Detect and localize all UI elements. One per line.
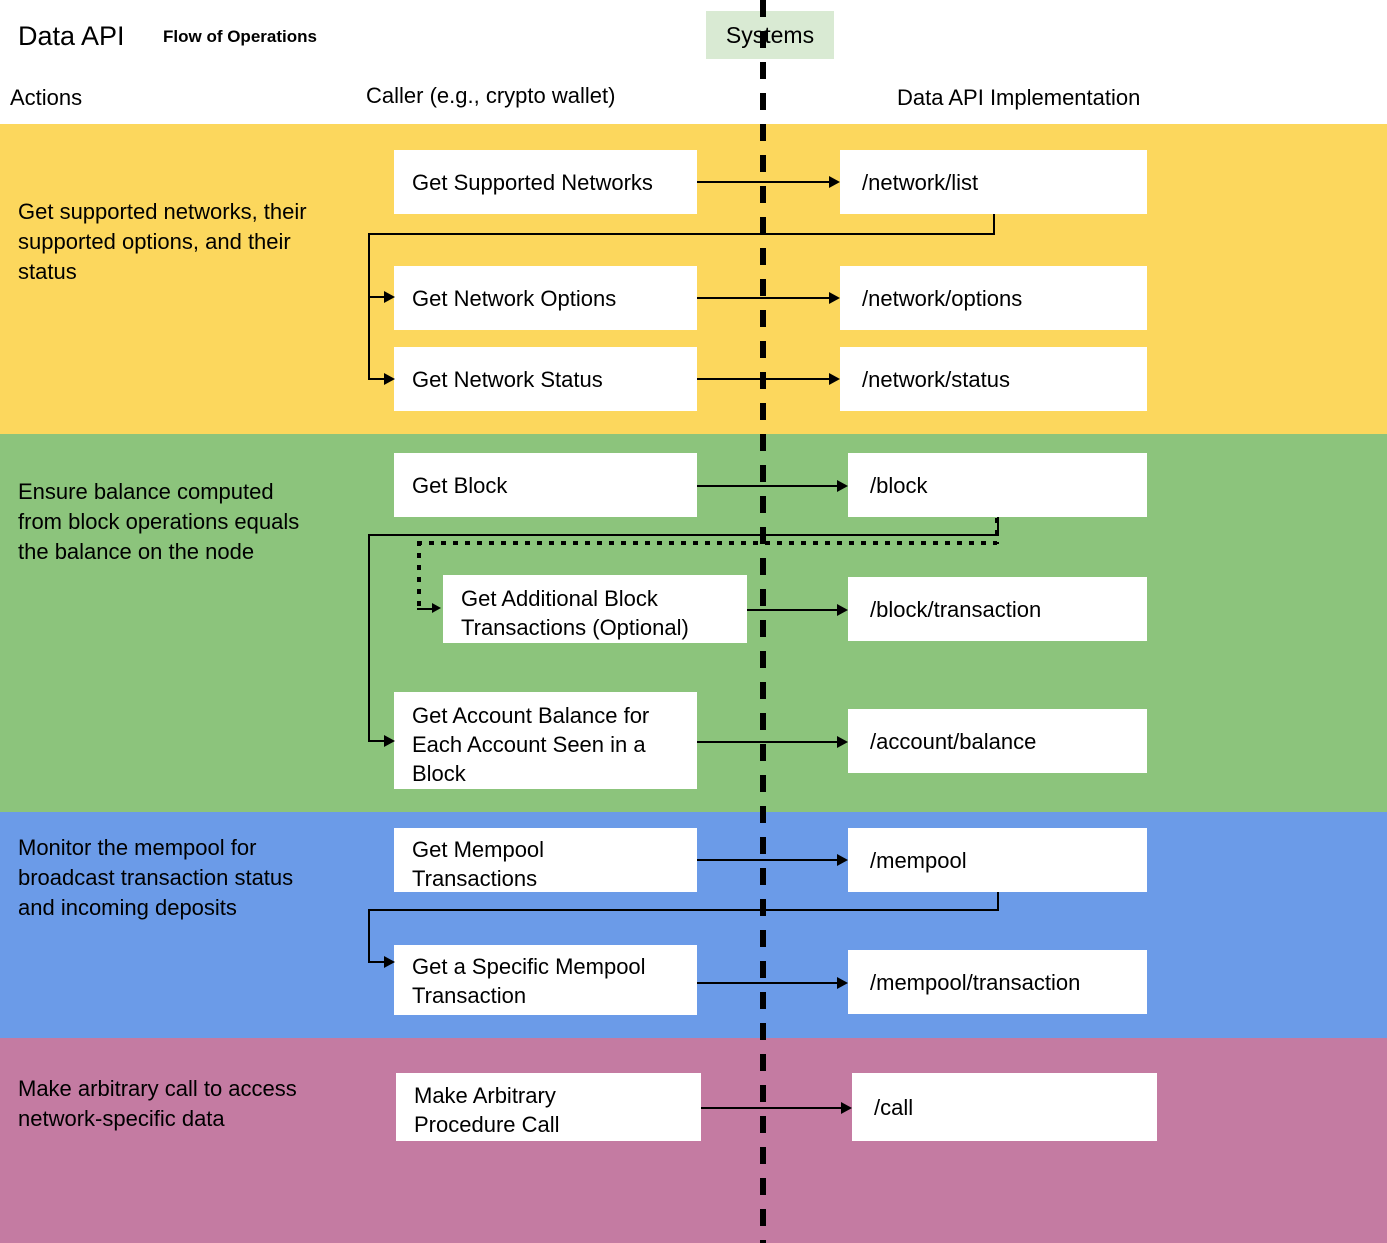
return-riser-block-solid xyxy=(368,534,370,741)
systems-label: Systems xyxy=(706,11,834,59)
connector-arbitrary-call-to-endpoint xyxy=(701,1107,841,1109)
node-get-specific-mempool-transaction[interactable]: Get a Specific Mempool Transaction xyxy=(394,945,697,1015)
node-get-network-options[interactable]: Get Network Options xyxy=(394,266,697,330)
return-run-block-optional xyxy=(417,541,997,545)
connector-specific-mempool-to-endpoint xyxy=(697,982,837,984)
node-get-mempool-transactions[interactable]: Get Mempool Transactions xyxy=(394,828,697,892)
arrowhead-get-network-options xyxy=(384,291,395,303)
node-make-arbitrary-procedure-call[interactable]: Make Arbitrary Procedure Call xyxy=(396,1073,701,1141)
node-get-network-status[interactable]: Get Network Status xyxy=(394,347,697,411)
node-mempool[interactable]: /mempool xyxy=(848,828,1147,892)
column-header-actions: Actions xyxy=(10,85,83,110)
arrowhead-account-balance xyxy=(837,736,848,748)
connector-additional-tx-to-endpoint xyxy=(747,609,837,611)
node-get-block[interactable]: Get Block xyxy=(394,453,697,517)
node-call[interactable]: /call xyxy=(852,1073,1157,1141)
return-riser-networks xyxy=(368,233,370,380)
arrowhead-network-list xyxy=(829,176,840,188)
return-drop-network-list xyxy=(993,214,995,235)
node-account-balance[interactable]: /account/balance xyxy=(848,709,1147,773)
page-title: Data API xyxy=(18,21,125,51)
lane-action-call: Make arbitrary call to access network-sp… xyxy=(18,1076,297,1131)
connector-status-to-endpoint xyxy=(697,378,829,380)
return-run-network-list xyxy=(368,233,995,235)
node-network-status[interactable]: /network/status xyxy=(840,347,1147,411)
arrowhead-call xyxy=(841,1102,852,1114)
node-network-list[interactable]: /network/list xyxy=(840,150,1147,214)
lane-action-networks: Get supported networks, their supported … xyxy=(18,199,307,284)
page-subtitle: Flow of Operations xyxy=(163,27,317,46)
systems-boundary-divider xyxy=(760,0,766,1243)
connector-options-to-endpoint xyxy=(697,297,829,299)
arrowhead-get-account-balance xyxy=(384,735,395,747)
node-network-options[interactable]: /network/options xyxy=(840,266,1147,330)
node-mempool-transaction[interactable]: /mempool/transaction xyxy=(848,950,1147,1014)
column-header-implementation: Data API Implementation xyxy=(897,85,1141,110)
return-riser-block-optional xyxy=(417,541,421,608)
arrowhead-get-additional-transactions xyxy=(432,603,441,613)
branch-to-account-balance xyxy=(368,740,385,742)
data-api-flow-diagram: Data API Flow of Operations Systems Acti… xyxy=(0,0,1387,1243)
lane-action-balance: Ensure balance computed from block opera… xyxy=(18,479,300,564)
column-header-caller: Caller (e.g., crypto wallet) xyxy=(366,83,616,108)
node-get-supported-networks[interactable]: Get Supported Networks xyxy=(394,150,697,214)
connector-get-block-to-block xyxy=(697,485,837,487)
lane-action-mempool: Monitor the mempool for broadcast transa… xyxy=(18,835,294,920)
branch-to-network-status xyxy=(368,378,385,380)
arrowhead-block-transaction xyxy=(837,604,848,616)
connector-mempool-tx-to-endpoint xyxy=(697,859,837,861)
branch-to-network-options xyxy=(368,296,385,298)
node-get-additional-block-transactions[interactable]: Get Additional Block Transactions (Optio… xyxy=(443,575,747,643)
arrowhead-block xyxy=(837,480,848,492)
return-riser-mempool xyxy=(368,909,370,963)
arrowhead-network-status xyxy=(829,373,840,385)
arrowhead-get-specific-mempool xyxy=(384,956,395,968)
connector-account-balance-to-endpoint xyxy=(697,741,837,743)
node-get-account-balance[interactable]: Get Account Balance for Each Account See… xyxy=(394,692,697,789)
node-block[interactable]: /block xyxy=(848,453,1147,517)
arrowhead-get-network-status xyxy=(384,373,395,385)
return-run-mempool xyxy=(368,909,999,911)
branch-to-specific-mempool xyxy=(368,961,385,963)
return-run-block-solid xyxy=(368,534,999,536)
arrowhead-network-options xyxy=(829,292,840,304)
arrowhead-mempool-transaction xyxy=(837,977,848,989)
arrowhead-mempool xyxy=(837,854,848,866)
node-block-transaction[interactable]: /block/transaction xyxy=(848,577,1147,641)
connector-supported-networks-to-list xyxy=(697,181,829,183)
